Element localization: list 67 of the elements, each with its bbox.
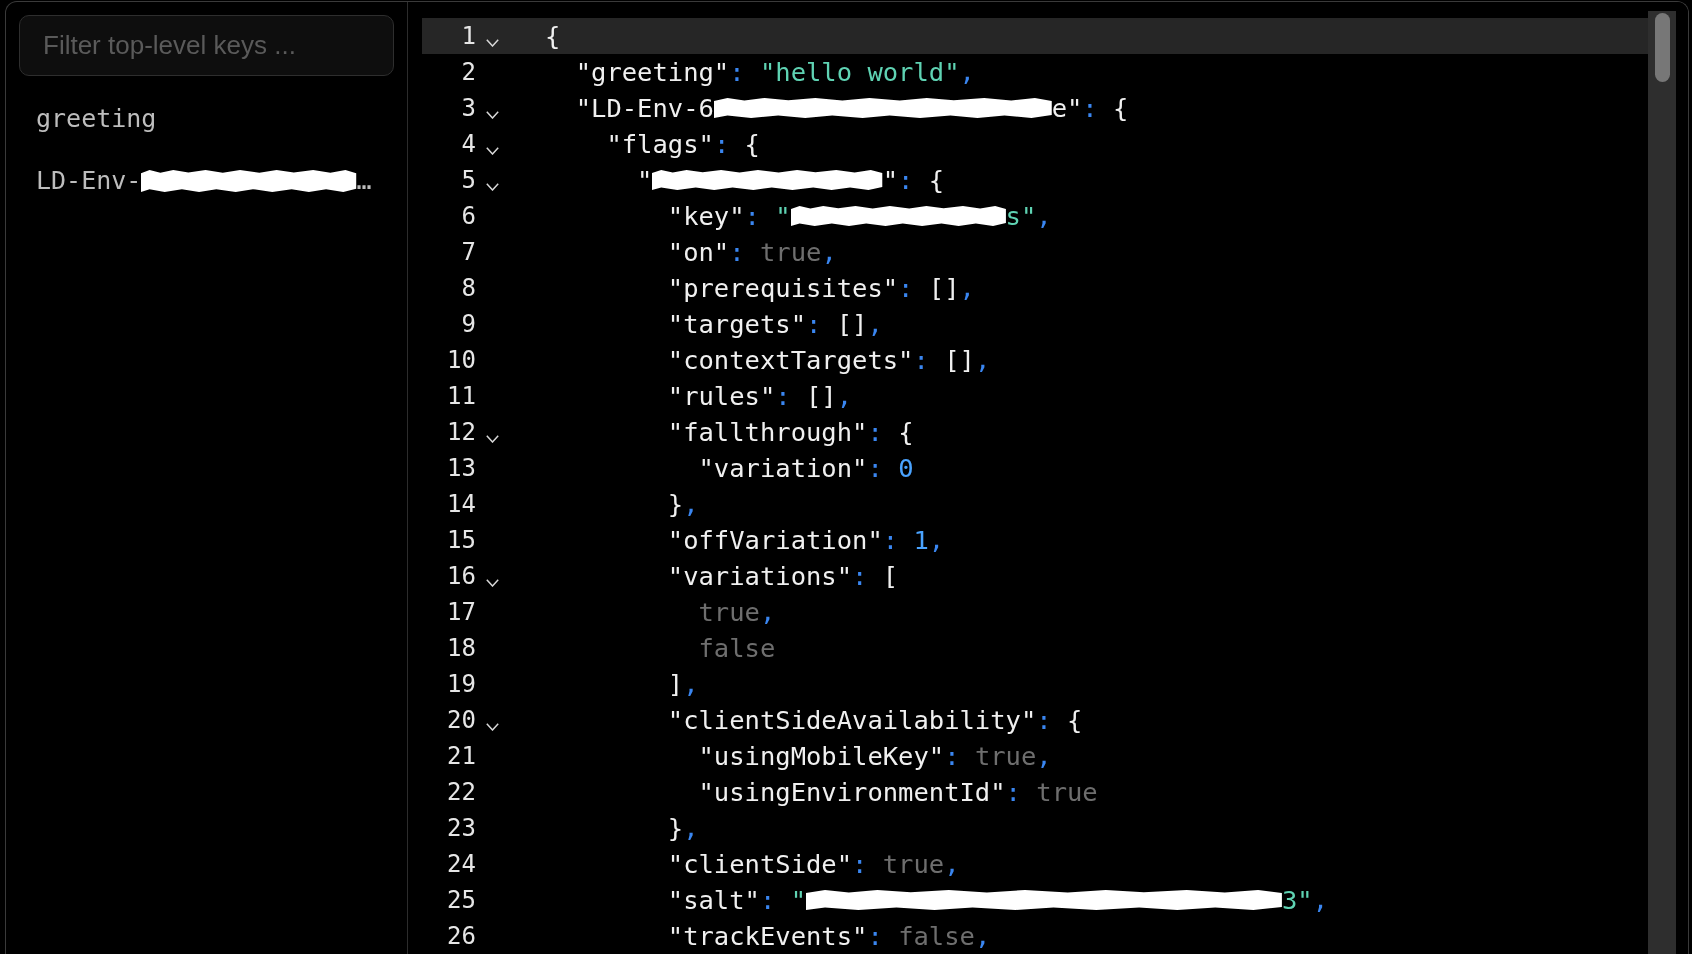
code-line: "variations": [ bbox=[667, 559, 899, 593]
code-line: "on": true, bbox=[667, 235, 837, 269]
code-text: 3", bbox=[1281, 883, 1328, 917]
code-text: " bbox=[637, 163, 653, 197]
chevron-down-icon[interactable] bbox=[486, 111, 499, 119]
line-number: 15 bbox=[446, 525, 476, 556]
line-number: 19 bbox=[446, 669, 476, 700]
chevron-down-icon[interactable] bbox=[486, 147, 499, 155]
code-line: "trackEvents": false, bbox=[667, 919, 991, 953]
line-number: 3 bbox=[460, 93, 476, 124]
line-number: 23 bbox=[446, 813, 476, 844]
line-number: 10 bbox=[446, 345, 476, 376]
code-line: "fallthrough": { bbox=[667, 415, 914, 449]
line-number: 16 bbox=[446, 561, 476, 592]
code-line: "flags": { bbox=[606, 127, 760, 161]
code-line: { bbox=[545, 19, 561, 53]
code-line: "clientSideAvailability": { bbox=[667, 703, 1083, 737]
line-number: 21 bbox=[446, 741, 476, 772]
code-line: "targets": [], bbox=[667, 307, 883, 341]
scrollbar-thumb[interactable] bbox=[1655, 13, 1670, 82]
code-line: "clientSide": true, bbox=[667, 847, 960, 881]
line-number: 24 bbox=[446, 849, 476, 880]
code-text: e": { bbox=[1051, 91, 1129, 125]
filter-input[interactable]: Filter top-level keys ... bbox=[19, 15, 394, 76]
line-number: 13 bbox=[446, 453, 476, 484]
code-line: "variation": 0 bbox=[698, 451, 914, 485]
line-number: 20 bbox=[446, 705, 476, 736]
code-line: "usingEnvironmentId": true bbox=[698, 775, 1098, 809]
line-number: 9 bbox=[460, 309, 476, 340]
chevron-down-icon[interactable] bbox=[486, 435, 499, 443]
code-line: }, bbox=[667, 487, 699, 521]
code-line: true, bbox=[698, 595, 776, 629]
code-line: false bbox=[698, 631, 776, 665]
chevron-down-icon[interactable] bbox=[486, 579, 499, 587]
chevron-down-icon[interactable] bbox=[486, 183, 499, 191]
line-number: 1 bbox=[460, 21, 476, 52]
line-number: 22 bbox=[446, 777, 476, 808]
code-line: }, bbox=[667, 811, 699, 845]
line-number: 14 bbox=[446, 489, 476, 520]
line-number: 7 bbox=[460, 237, 476, 268]
line-number: 12 bbox=[446, 417, 476, 448]
code-text: ": { bbox=[882, 163, 945, 197]
code-line: "usingMobileKey": true, bbox=[698, 739, 1052, 773]
chevron-down-icon[interactable] bbox=[486, 723, 499, 731]
line-number: 17 bbox=[446, 597, 476, 628]
chevron-down-icon[interactable] bbox=[486, 39, 499, 47]
line-number: 6 bbox=[460, 201, 476, 232]
line-number: 26 bbox=[446, 921, 476, 952]
line-number: 18 bbox=[446, 633, 476, 664]
sidebar-item[interactable]: greeting bbox=[19, 88, 394, 150]
sidebar-item[interactable]: LD-Env- … bbox=[19, 150, 394, 212]
code-line: "contextTargets": [], bbox=[667, 343, 991, 377]
code-text: "key": " bbox=[667, 199, 791, 233]
code-text: s", bbox=[1005, 199, 1052, 233]
code-text: "salt": " bbox=[667, 883, 806, 917]
line-number: 25 bbox=[446, 885, 476, 916]
code-line: "rules": [], bbox=[667, 379, 853, 413]
code-line: "greeting": "hello world", bbox=[575, 55, 975, 89]
line-number: 11 bbox=[446, 381, 476, 412]
line-number: 5 bbox=[460, 165, 476, 196]
code-line: "prerequisites": [], bbox=[667, 271, 975, 305]
line-number: 8 bbox=[460, 273, 476, 304]
line-number: 4 bbox=[460, 129, 476, 160]
code-text: "LD-Env-6 bbox=[575, 91, 714, 125]
code-line: "offVariation": 1, bbox=[667, 523, 945, 557]
code-line: ], bbox=[667, 667, 699, 701]
line-number: 2 bbox=[460, 57, 476, 88]
